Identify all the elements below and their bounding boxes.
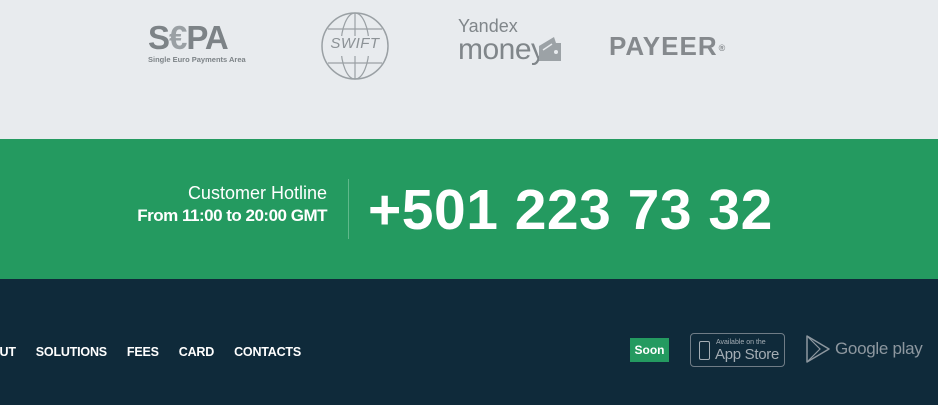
sepa-logo: S€PA Single Euro Payments Area [148,19,246,64]
nav-link-solutions[interactable]: SOLUTIONS [36,345,107,359]
sepa-subtitle: Single Euro Payments Area [148,55,246,64]
swift-label: SWIFT [330,35,380,52]
phone-icon [699,341,710,360]
nav-link-about[interactable]: OUT [0,345,16,359]
wallet-icon [539,37,561,61]
hotline-band: Customer Hotline From 11:00 to 20:00 GMT… [0,139,938,279]
money-label: money [458,33,546,66]
yandex-money-logo: Yandex money [458,17,561,66]
nav-link-contacts[interactable]: CONTACTS [234,345,301,359]
play-triangle-icon [806,335,830,363]
soon-badge: Soon [630,338,669,362]
app-store-button[interactable]: Available on the App Store [690,333,785,367]
payeer-label: PAYEER [609,31,718,61]
hotline-divider [348,179,349,239]
payeer-logo: PAYEER® [609,31,726,62]
sepa-letters-pa: PA [186,19,228,56]
registered-mark: ® [718,43,727,54]
hotline-hours: From 11:00 to 20:00 GMT [137,206,327,225]
sepa-euro-glyph: € [169,19,187,56]
payment-logos-band: S€PA Single Euro Payments Area SWIFT Yan… [0,0,938,139]
swift-logo: SWIFT [320,11,390,81]
nav-link-fees[interactable]: FEES [127,345,159,359]
hotline-phone-number[interactable]: +501 223 73 32 [368,179,773,241]
sepa-letter-s: S [148,19,170,56]
app-store-small-label: Available on the [716,339,766,346]
app-store-label: App Store [715,346,780,363]
footer: OUT SOLUTIONS FEES CARD CONTACTS Soon Av… [0,279,938,405]
hotline-label: Customer Hotline From 11:00 to 20:00 GMT [137,182,327,228]
nav-link-card[interactable]: CARD [179,345,215,359]
google-play-label: Google play [835,339,923,358]
footer-nav: OUT SOLUTIONS FEES CARD CONTACTS [0,345,301,359]
hotline-title: Customer Hotline [187,183,327,203]
